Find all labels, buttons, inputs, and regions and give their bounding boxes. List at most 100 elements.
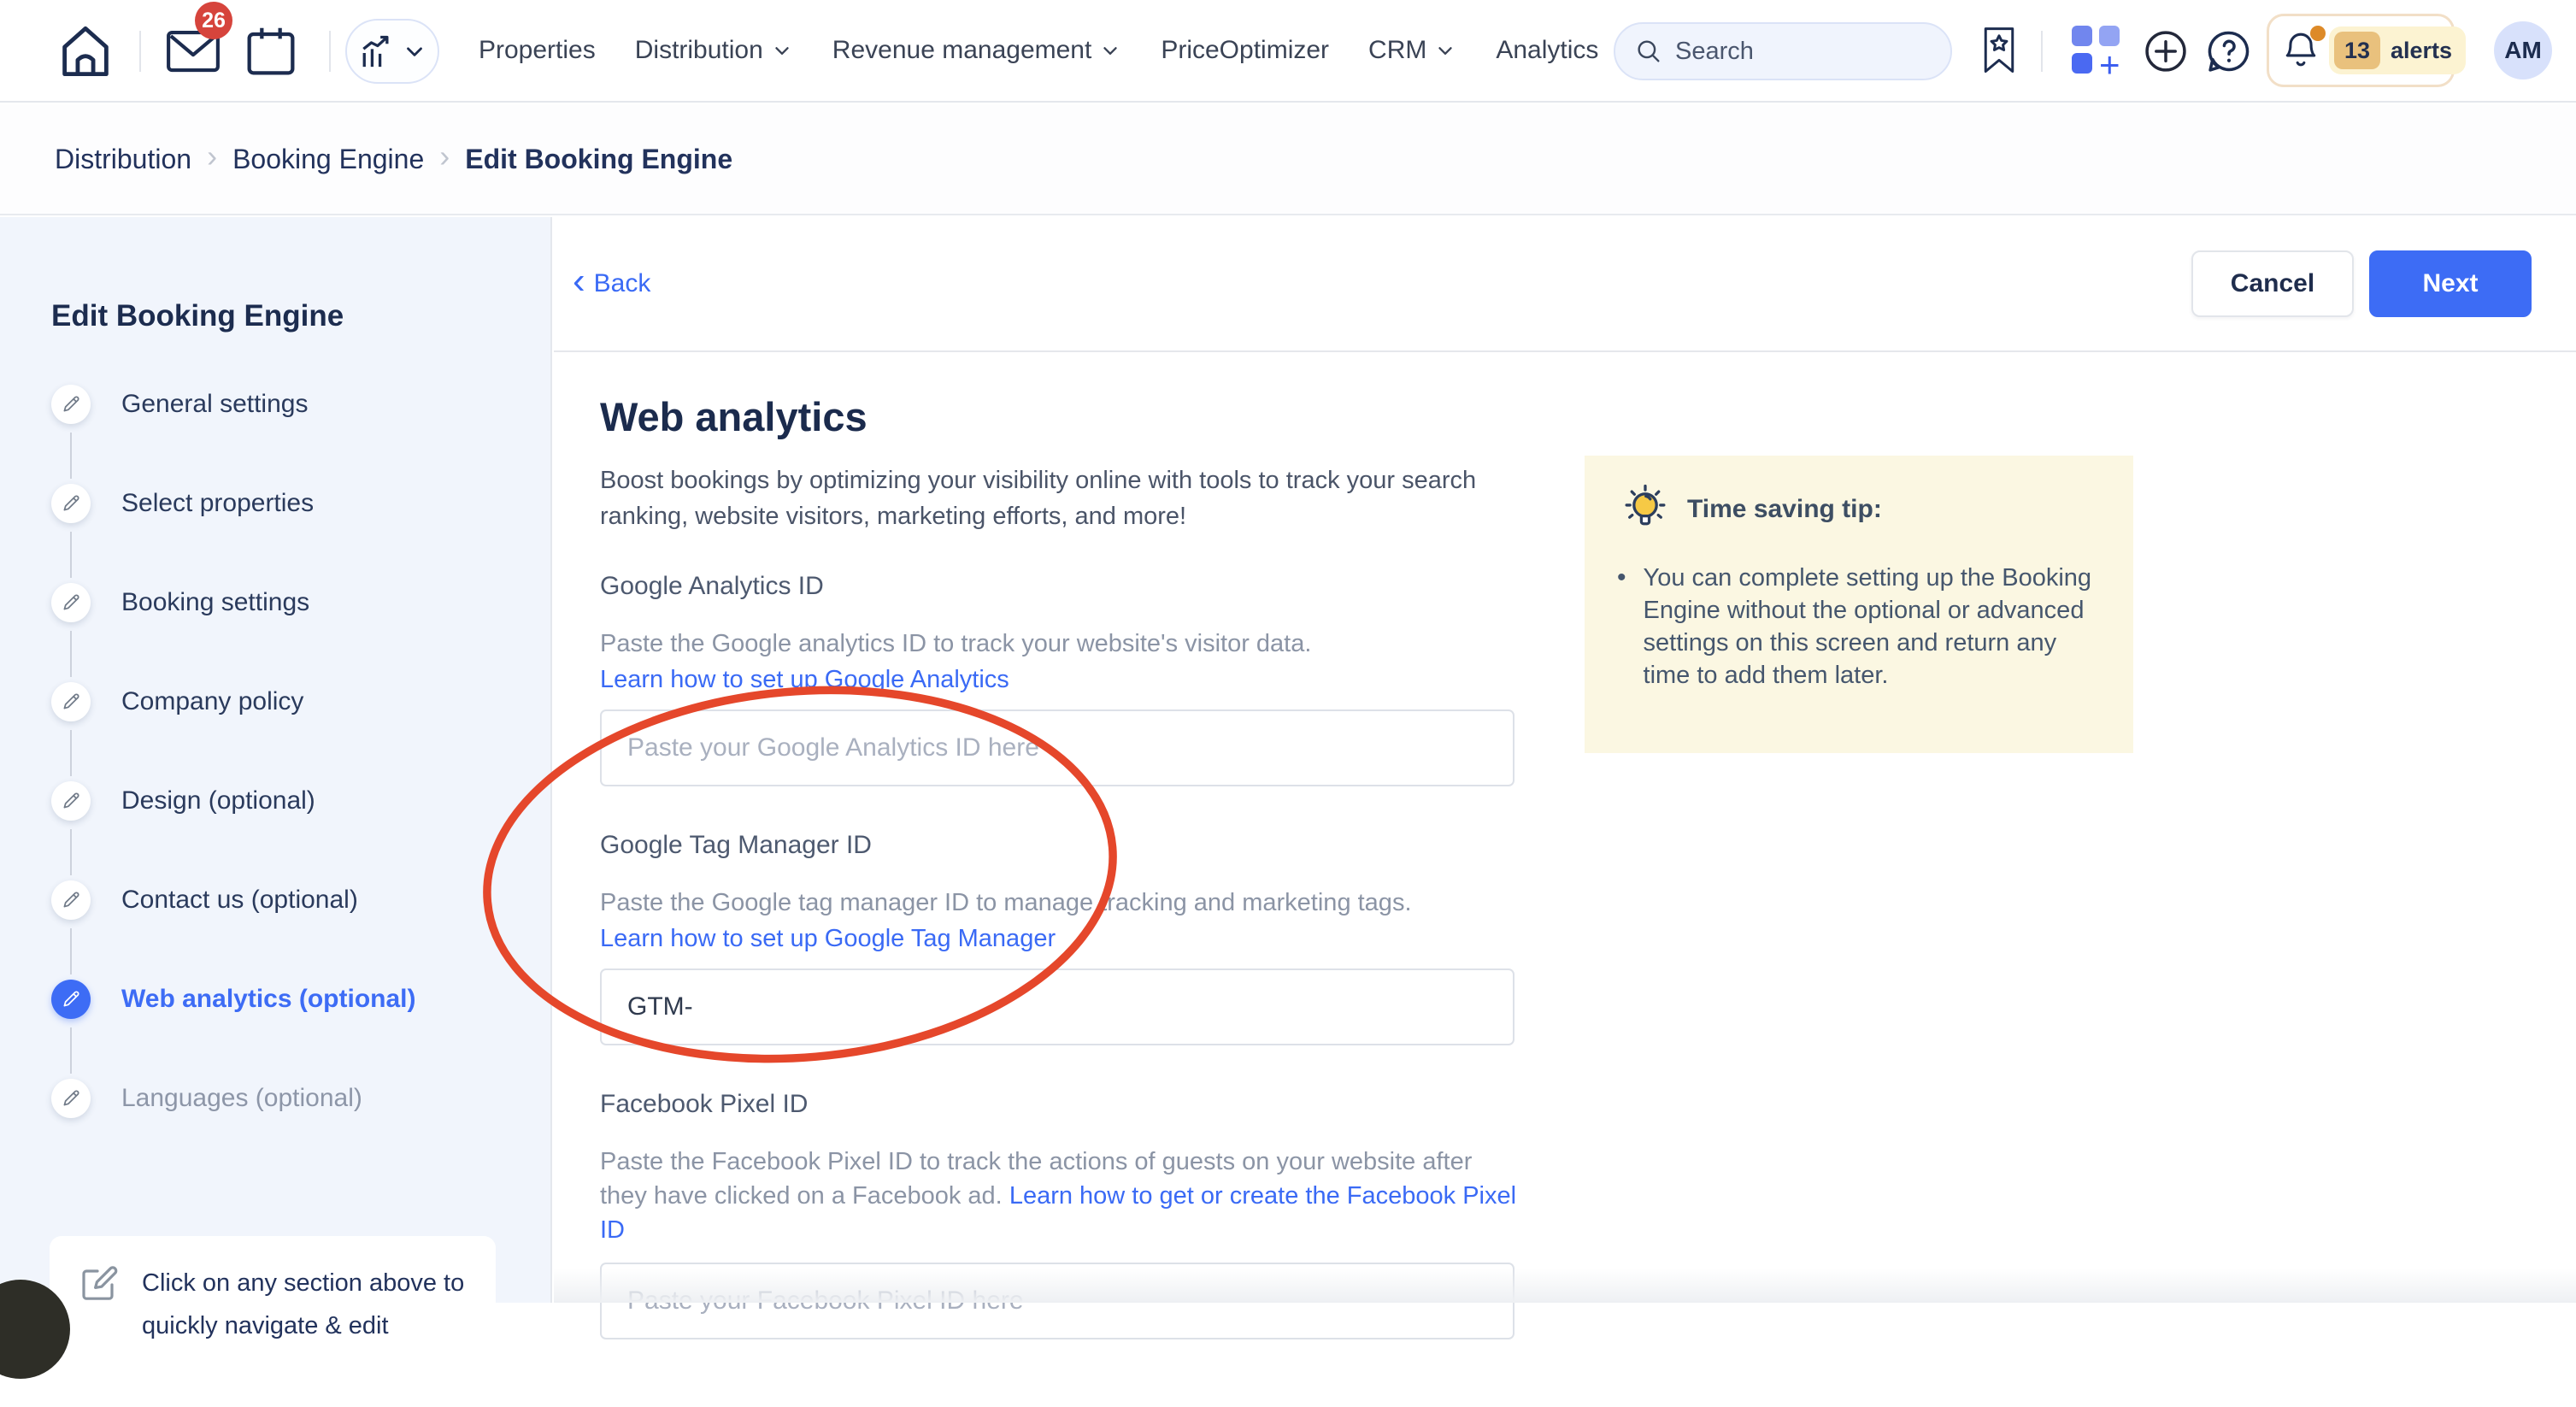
breadcrumb: Distribution › Booking Engine › Edit Boo… (0, 104, 2576, 215)
help-bubble-icon (2205, 27, 2253, 75)
home-button[interactable] (56, 22, 115, 80)
user-avatar[interactable]: AM (2494, 21, 2552, 79)
menu-item-revenue-management[interactable]: Revenue management (832, 36, 1122, 65)
help-button[interactable] (2205, 27, 2253, 75)
menu-item-analytics[interactable]: Analytics (1496, 36, 1598, 65)
google-analytics-learn-link[interactable]: Learn how to set up Google Analytics (600, 666, 1009, 694)
menu-label: Analytics (1496, 36, 1598, 65)
step-languages[interactable]: Languages (optional) (51, 1079, 416, 1118)
step-label: General settings (121, 390, 308, 419)
pencil-icon (51, 484, 91, 523)
google-tag-manager-hint: Paste the Google tag manager ID to manag… (600, 886, 1523, 920)
calendar-button[interactable] (244, 24, 298, 79)
topbar-divider (329, 31, 331, 72)
pencil-icon (51, 1079, 91, 1118)
google-tag-manager-id-input[interactable] (600, 968, 1514, 1045)
alerts-button[interactable]: 13 alerts (2267, 14, 2455, 87)
google-analytics-label: Google Analytics ID (600, 572, 1523, 601)
chevron-down-icon (771, 39, 793, 62)
menu-label: CRM (1368, 36, 1426, 65)
step-label: Company policy (121, 687, 303, 716)
global-search[interactable] (1614, 22, 1952, 80)
topbar-divider (139, 31, 141, 72)
bookmark-star-icon (1981, 26, 2017, 75)
main-panel: ‹ Back Cancel Next Web analytics Boost b… (554, 217, 2576, 1303)
step-booking-settings[interactable]: Booking settings (51, 583, 416, 622)
tip-text: You can complete setting up the Booking … (1644, 562, 2101, 692)
insights-menu-button[interactable] (345, 19, 439, 84)
google-tag-manager-learn-link[interactable]: Learn how to set up Google Tag Manager (600, 925, 1056, 953)
page-intro: Boost bookings by optimizing your visibi… (600, 462, 1485, 534)
step-label: Design (optional) (121, 786, 315, 815)
breadcrumb-chevron-icon: › (205, 138, 219, 180)
step-contact-us[interactable]: Contact us (optional) (51, 880, 416, 920)
time-saving-tip-box: Time saving tip: • You can complete sett… (1585, 456, 2133, 753)
menu-item-distribution[interactable]: Distribution (635, 36, 793, 65)
pencil-icon (51, 880, 91, 920)
facebook-pixel-id-input[interactable] (600, 1263, 1514, 1339)
create-new-button[interactable] (2142, 27, 2190, 75)
top-navigation-bar: 26 Properties Distribution (0, 0, 2576, 103)
page-title: Web analytics (600, 393, 1523, 440)
alerts-pill: 13 alerts (2329, 26, 2466, 74)
apps-menu-button[interactable]: + (2072, 26, 2121, 75)
step-label: Languages (optional) (121, 1084, 362, 1113)
google-analytics-section: Google Analytics ID Paste the Google ana… (600, 572, 1523, 786)
breadcrumb-current-page: Edit Booking Engine (465, 144, 732, 175)
alert-dot (2310, 26, 2326, 41)
next-button[interactable]: Next (2369, 250, 2532, 317)
google-tag-manager-section: Google Tag Manager ID Paste the Google t… (600, 831, 1523, 1045)
step-general-settings[interactable]: General settings (51, 385, 416, 424)
chevron-down-icon (1099, 39, 1121, 62)
bell-icon (2281, 29, 2320, 72)
step-web-analytics[interactable]: Web analytics (optional) (51, 980, 416, 1019)
step-label: Contact us (optional) (121, 886, 358, 915)
back-link[interactable]: ‹ Back (573, 268, 650, 299)
alerts-count-badge: 13 (2334, 32, 2380, 69)
main-menu: Properties Distribution Revenue manageme… (479, 0, 1598, 101)
step-company-policy[interactable]: Company policy (51, 682, 416, 721)
search-icon (1634, 37, 1663, 66)
step-design[interactable]: Design (optional) (51, 781, 416, 821)
sidebar-note-text: Click on any section above to quickly na… (142, 1262, 467, 1381)
chevron-down-icon (402, 38, 427, 64)
plus-circle-icon (2142, 27, 2190, 75)
menu-label: Properties (479, 36, 596, 65)
sidebar-title: Edit Booking Engine (51, 299, 344, 333)
menu-item-properties[interactable]: Properties (479, 36, 596, 65)
facebook-pixel-label: Facebook Pixel ID (600, 1090, 1523, 1119)
pencil-icon (51, 980, 91, 1019)
bookmarks-button[interactable] (1981, 26, 2017, 75)
menu-item-crm[interactable]: CRM (1368, 36, 1456, 65)
pencil-icon (51, 682, 91, 721)
step-select-properties[interactable]: Select properties (51, 484, 416, 523)
pencil-icon (51, 583, 91, 622)
cancel-button[interactable]: Cancel (2191, 250, 2354, 317)
breadcrumb-distribution[interactable]: Distribution (55, 144, 191, 175)
pencil-icon (51, 385, 91, 424)
topbar-divider (2041, 31, 2043, 72)
pencil-icon (51, 781, 91, 821)
home-icon (56, 22, 115, 80)
step-label: Web analytics (optional) (121, 985, 416, 1014)
search-input[interactable] (1675, 38, 1914, 66)
step-label: Select properties (121, 489, 314, 518)
menu-label: Revenue management (832, 36, 1092, 65)
chevron-left-icon: ‹ (573, 268, 585, 299)
bar-chart-icon (357, 32, 395, 70)
google-analytics-hint: Paste the Google analytics ID to track y… (600, 627, 1523, 661)
google-tag-manager-label: Google Tag Manager ID (600, 831, 1523, 860)
edit-square-icon (79, 1262, 120, 1381)
chevron-down-icon (1434, 39, 1456, 62)
web-analytics-form: Web analytics Boost bookings by optimizi… (554, 354, 2576, 1303)
tip-title: Time saving tip: (1687, 495, 1882, 524)
menu-item-priceoptimizer[interactable]: PriceOptimizer (1161, 36, 1329, 65)
wizard-action-bar: ‹ Back Cancel Next (554, 217, 2576, 352)
lightbulb-icon (1617, 481, 1673, 538)
breadcrumb-booking-engine[interactable]: Booking Engine (232, 144, 424, 175)
calendar-icon (244, 24, 298, 79)
facebook-pixel-section: Facebook Pixel ID Paste the Facebook Pix… (600, 1090, 1523, 1339)
menu-label: Distribution (635, 36, 763, 65)
google-analytics-id-input[interactable] (600, 709, 1514, 786)
wizard-sidebar: Edit Booking Engine General settings Sel… (0, 217, 552, 1303)
